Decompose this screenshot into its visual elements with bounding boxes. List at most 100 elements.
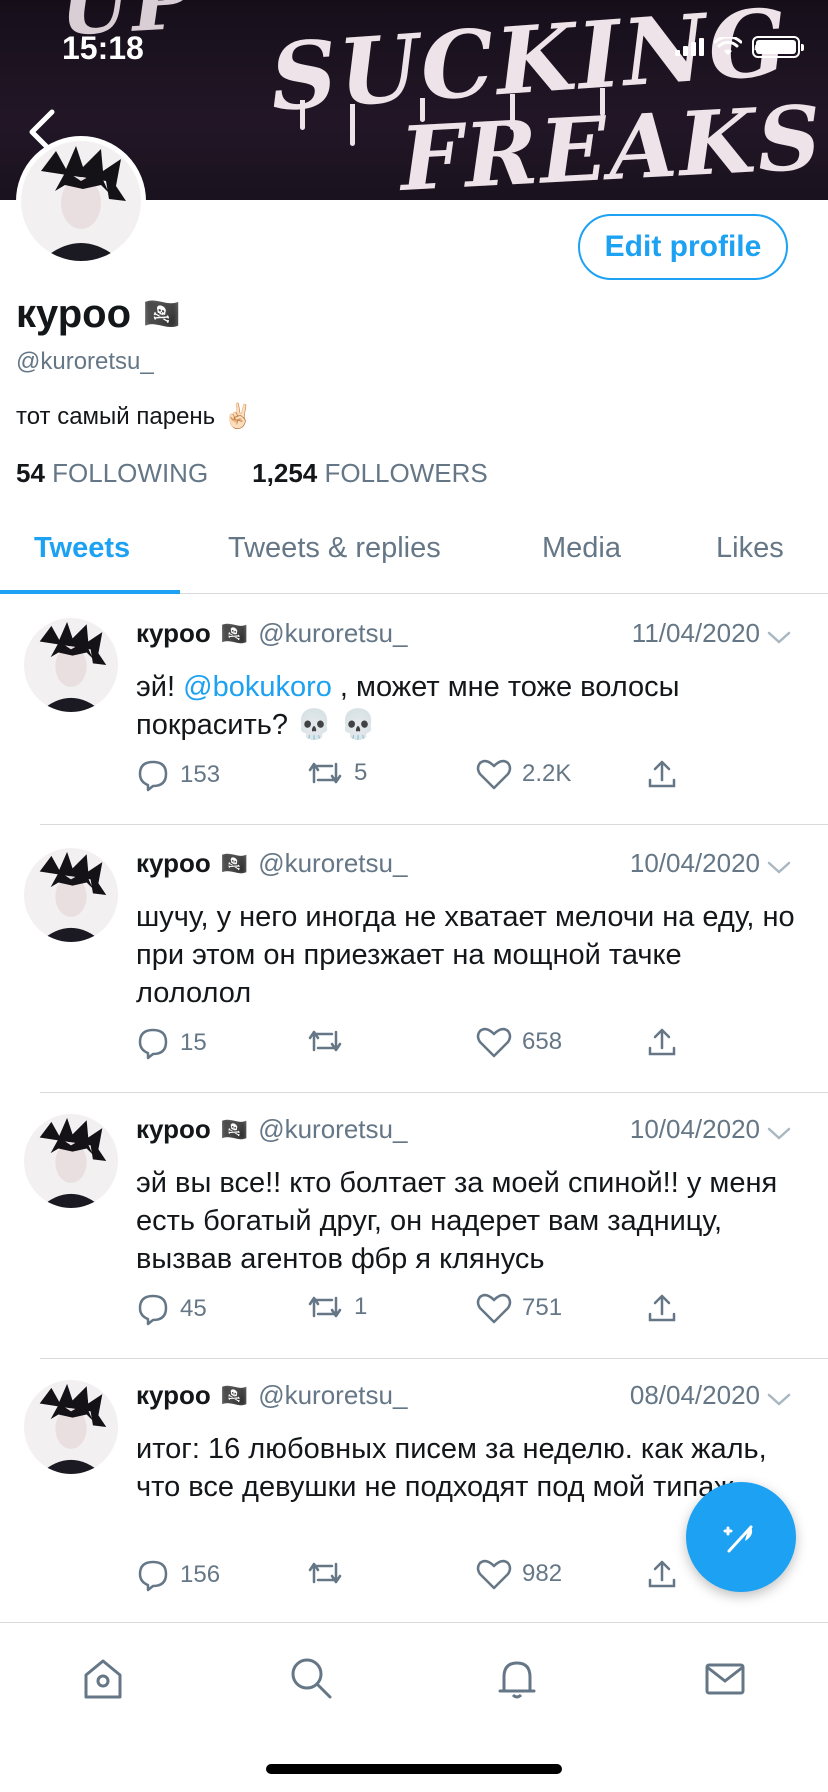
tab-tweets-replies[interactable]: Tweets & replies [228, 532, 441, 565]
search-icon[interactable] [286, 1653, 336, 1703]
chevron-down-icon[interactable] [766, 1126, 792, 1142]
edit-profile-button[interactable]: Edit profile [578, 214, 788, 280]
banner-drip [350, 104, 355, 146]
share-button[interactable] [646, 1026, 678, 1058]
retweet-count: 1 [354, 1293, 368, 1320]
home-icon[interactable] [78, 1653, 128, 1703]
like-count: 2.2K [522, 760, 572, 787]
reply-button[interactable]: 153 [136, 758, 220, 792]
retweet-icon [308, 762, 342, 784]
display-name-text: куроо [16, 292, 132, 336]
messages-envelope-icon[interactable] [700, 1653, 750, 1703]
banner-drip [510, 94, 515, 130]
tab-tweets[interactable]: Tweets [34, 532, 130, 565]
share-button[interactable] [646, 758, 678, 790]
tweet-avatar[interactable] [24, 1380, 118, 1474]
retweet-button[interactable]: 1 [306, 1292, 367, 1322]
reply-button[interactable]: 15 [136, 1026, 207, 1060]
retweet-button[interactable]: 5 [306, 758, 367, 788]
tweet-date: 10/04/2020 [629, 848, 760, 878]
reply-icon [138, 1560, 168, 1592]
reply-icon [138, 760, 168, 792]
battery-icon [752, 36, 804, 58]
pirate-flag-emoji: 🏴‍☠️ [220, 1382, 249, 1408]
pirate-flag-emoji: 🏴‍☠️ [143, 298, 181, 331]
profile-avatar[interactable] [16, 136, 146, 266]
share-icon [648, 1028, 676, 1056]
tweet-avatar[interactable] [24, 1114, 118, 1208]
reply-count: 153 [180, 761, 221, 788]
reply-button[interactable]: 156 [136, 1558, 220, 1592]
profile-tabs: Tweets Tweets & replies Media Likes [0, 512, 828, 594]
active-tab-indicator [0, 590, 180, 594]
tweet-menu-chevron[interactable] [766, 622, 792, 653]
tweet-text-part: эй! [136, 671, 184, 703]
tweet-author-name: куроо [136, 848, 211, 878]
tweet-text: эй вы все!! кто болтает за моей спиной!!… [136, 1167, 778, 1275]
tweet-text: итог: 16 любовных писем за неделю. как ж… [136, 1433, 767, 1503]
share-button[interactable] [646, 1558, 678, 1590]
like-count: 982 [522, 1560, 563, 1587]
mention-link[interactable]: @bokukoro [183, 671, 332, 703]
compose-feather-icon [723, 1525, 753, 1553]
retweet-icon [308, 1296, 342, 1318]
tweet-menu-chevron[interactable] [766, 1384, 792, 1415]
chevron-down-icon[interactable] [766, 1392, 792, 1408]
like-button[interactable]: 982 [476, 1558, 562, 1590]
tweet-header: куроо 🏴‍☠️ @kuroretsu_ 08/04/2020 [136, 1380, 796, 1411]
followers-link[interactable]: 1,254 FOLLOWERS [252, 458, 488, 489]
chevron-down-icon[interactable] [766, 630, 792, 646]
tweet-menu-chevron[interactable] [766, 1118, 792, 1149]
reply-icon [138, 1028, 168, 1060]
banner-drip [300, 100, 305, 130]
retweet-count: 5 [354, 759, 368, 786]
tab-likes[interactable]: Likes [716, 532, 784, 565]
wifi-icon [714, 37, 742, 55]
share-button[interactable] [646, 1292, 678, 1324]
share-icon [648, 1294, 676, 1322]
reply-button[interactable]: 45 [136, 1292, 207, 1326]
share-icon [648, 760, 676, 788]
reply-count: 15 [180, 1029, 207, 1056]
tweet-avatar[interactable] [24, 848, 118, 942]
profile-handle: @kuroretsu_ [16, 348, 154, 375]
chevron-down-icon[interactable] [766, 860, 792, 876]
tweet-author-handle: @kuroretsu_ [258, 848, 408, 878]
following-link[interactable]: 54 FOLLOWING [16, 458, 208, 489]
following-label: FOLLOWING [52, 458, 209, 488]
tweet-body: эй! @bokukoro , может мне тоже волосы по… [136, 668, 796, 744]
tweet-avatar[interactable] [24, 618, 118, 712]
reply-count: 45 [180, 1295, 207, 1322]
like-button[interactable]: 2.2K [476, 758, 571, 790]
tweet-avatar-image [24, 1114, 118, 1208]
tweet-menu-chevron[interactable] [766, 852, 792, 883]
pirate-flag-emoji: 🏴‍☠️ [220, 850, 249, 876]
tweet-header: куроо 🏴‍☠️ @kuroretsu_ 10/04/2020 [136, 848, 796, 879]
tweet-date: 08/04/2020 [629, 1380, 760, 1410]
retweet-button[interactable] [306, 1026, 354, 1056]
like-count: 751 [522, 1294, 563, 1321]
like-heart-icon [476, 1559, 512, 1590]
tweet-author-name: куроо [136, 1380, 211, 1410]
tweet-divider [40, 824, 828, 825]
retweet-button[interactable] [306, 1558, 354, 1588]
like-button[interactable]: 658 [476, 1026, 562, 1058]
tweet-actions: 45 1 751 [136, 1292, 696, 1328]
tweet-author-handle: @kuroretsu_ [258, 618, 408, 648]
tweet-body: шучу, у него иногда не хватает мелочи на… [136, 898, 796, 1012]
tweet-date: 10/04/2020 [629, 1114, 760, 1144]
compose-tweet-button[interactable] [686, 1482, 796, 1592]
notifications-bell-icon[interactable] [492, 1653, 542, 1703]
like-button[interactable]: 751 [476, 1292, 562, 1324]
tweet-header: куроо 🏴‍☠️ @kuroretsu_ 11/04/2020 [136, 618, 796, 649]
following-count: 54 [16, 458, 45, 488]
reply-icon [138, 1294, 168, 1326]
tweet-divider [40, 1092, 828, 1093]
share-icon [648, 1560, 676, 1588]
status-icons [675, 36, 804, 58]
like-heart-icon [476, 1293, 512, 1324]
tweet-divider [40, 1358, 828, 1359]
tab-media[interactable]: Media [542, 532, 621, 565]
tweet-avatar-image [24, 618, 118, 712]
reply-count: 156 [180, 1561, 221, 1588]
